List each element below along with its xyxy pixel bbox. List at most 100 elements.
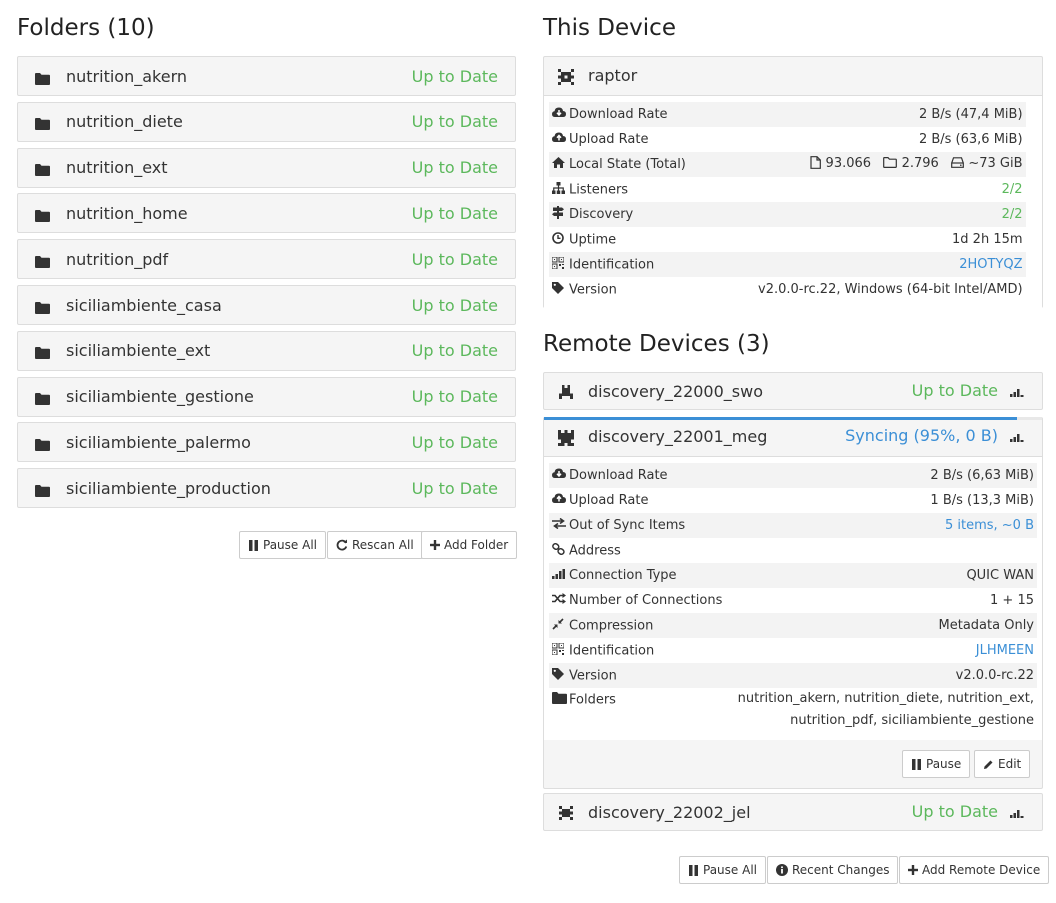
add-folder-button[interactable]: Add Folder [421, 531, 518, 559]
this-device-table: Download Rate 2 B/s (47,4 MiB) Upload Rate… [549, 102, 1026, 302]
add-remote-device-button[interactable]: Add Remote Device [899, 856, 1050, 884]
folder-row[interactable]: nutrition_ext Up to Date [17, 147, 516, 188]
remote-device-status: Up to Date [911, 381, 998, 400]
remote-device-name: discovery_22001_meg [588, 427, 768, 446]
info-label: Compression [569, 618, 654, 633]
info-value: QUIC WAN [966, 568, 1034, 583]
remote-device-status: Syncing (95%, 0 B) [845, 426, 998, 445]
local-size: ~73 GiB [968, 156, 1023, 171]
info-value: 2/2 [1001, 182, 1023, 197]
folder-row[interactable]: nutrition_home Up to Date [17, 193, 516, 234]
folder-status: Up to Date [411, 249, 498, 269]
this-device-title: This Device [543, 15, 676, 41]
info-label: Download Rate [569, 107, 668, 122]
edit-label: Edit [998, 757, 1022, 771]
signpost-icon [552, 206, 569, 223]
folder-row[interactable]: nutrition_akern Up to Date [17, 56, 516, 96]
remote-device-name: discovery_22000_swo [588, 382, 763, 401]
folder-name: nutrition_ext [66, 158, 168, 178]
pause-all-devices-button[interactable]: Pause All [679, 856, 766, 884]
cloud-upload-icon [552, 493, 569, 508]
folder-name: nutrition_pdf [66, 249, 169, 269]
rescan-all-button[interactable]: Rescan All [327, 531, 423, 559]
folder-row[interactable]: nutrition_diete Up to Date [17, 101, 516, 142]
recent-changes-label: Recent Changes [792, 863, 890, 877]
signal-icon [1010, 434, 1024, 442]
folder-icon [552, 692, 569, 708]
folder-row[interactable]: siciliambiente_production Up to Date [17, 468, 516, 509]
folder-name: siciliambiente_production [66, 478, 271, 498]
folder-row[interactable]: siciliambiente_gestione Up to Date [17, 376, 516, 417]
folder-name: siciliambiente_palermo [66, 432, 251, 452]
folder-status: Up to Date [411, 387, 498, 407]
folder-icon [35, 161, 51, 177]
info-row: Version v2.0.0-rc.22, Windows (64-bit Int… [549, 277, 1026, 302]
folder-row[interactable]: nutrition_pdf Up to Date [17, 239, 516, 280]
folder-icon [35, 299, 51, 314]
edit-device-button[interactable]: Edit [974, 750, 1031, 778]
info-label: Number of Connections [569, 593, 723, 608]
info-value: v2.0.0-rc.22, Windows (64-bit Intel/AMD) [758, 282, 1023, 297]
folder-row[interactable]: siciliambiente_ext Up to Date [17, 330, 516, 371]
folder-outline-icon [883, 157, 898, 172]
add-folder-label: Add Folder [444, 538, 509, 552]
info-row: Download Rate 2 B/s (6,63 MiB) [549, 463, 1037, 488]
folder-icon [35, 344, 51, 360]
folder-icon [35, 390, 51, 406]
info-label: Connection Type [569, 568, 677, 583]
info-value: 2/2 [1001, 207, 1023, 222]
folder-icon [35, 436, 51, 451]
info-row: Uptime 1d 2h 15m [549, 227, 1026, 252]
info-label: Listeners [569, 182, 629, 197]
this-device-info: Download Rate 2 B/s (47,4 MiB) Upload Rate… [544, 95, 1042, 308]
remote-device-jel[interactable]: discovery_22002_jel Up to Date [543, 793, 1043, 831]
info-value[interactable]: 5 items, ~0 B [945, 518, 1034, 533]
info-row: Folders nutrition_akern, nutrition_diete,… [549, 688, 1037, 734]
local-dirs-count: 2.796 [901, 156, 939, 171]
info-row: Compression Metadata Only [549, 613, 1037, 638]
info-row: Address [549, 538, 1037, 563]
info-label: Version [569, 668, 617, 683]
pause-all-folders-button[interactable]: Pause All [239, 531, 326, 559]
this-device-header[interactable]: raptor [544, 57, 1042, 95]
info-label: Upload Rate [569, 493, 649, 508]
info-row: Number of Connections 1 + 15 [549, 588, 1037, 613]
recent-changes-button[interactable]: Recent Changes [767, 856, 899, 884]
info-row: Discovery 2/2 [549, 202, 1026, 227]
device-identicon [559, 806, 573, 820]
folder-row[interactable]: siciliambiente_casa Up to Date [17, 285, 516, 325]
signal-icon [1010, 810, 1024, 818]
pause-icon [912, 758, 921, 770]
info-label: Download Rate [569, 468, 668, 483]
folder-name: siciliambiente_ext [66, 341, 211, 361]
folder-name: nutrition_diete [66, 112, 183, 132]
info-label: Version [569, 282, 617, 297]
info-value: 1d 2h 15m [952, 232, 1023, 247]
qrcode-icon [551, 641, 569, 659]
info-row: Local State (Total) 93.066 2.796 ~73 GiB [549, 152, 1026, 177]
folder-icon [35, 253, 51, 268]
info-value[interactable]: 2HOTYQZ [959, 257, 1022, 272]
plus-icon [908, 865, 918, 875]
folder-name: siciliambiente_casa [66, 295, 222, 315]
info-value: v2.0.0-rc.22 [955, 668, 1034, 683]
signal-icon [552, 568, 569, 583]
device-identicon [558, 69, 574, 85]
info-row: Download Rate 2 B/s (47,4 MiB) [549, 102, 1026, 127]
remote-device-swo[interactable]: discovery_22000_swo Up to Date [543, 372, 1043, 410]
folder-row[interactable]: siciliambiente_palermo Up to Date [17, 422, 516, 463]
clock-icon [552, 231, 569, 248]
this-device-panel: raptor Download Rate 2 B/s (47,4 MiB) Uplo… [543, 56, 1043, 308]
info-row: Identification 2HOTYQZ [549, 252, 1026, 277]
folder-name: nutrition_home [66, 203, 188, 223]
remote-device-meg-header[interactable]: discovery_22001_meg Syncing (95%, 0 B) [544, 418, 1042, 456]
qrcode-icon [551, 255, 569, 273]
pause-device-button[interactable]: Pause [902, 750, 971, 778]
info-value[interactable]: JLHMEEN [976, 643, 1034, 658]
info-label: Identification [569, 257, 655, 272]
pencil-icon [984, 760, 993, 769]
folder-icon [35, 115, 51, 131]
info-circle-icon [776, 864, 788, 876]
folder-name: nutrition_akern [66, 66, 188, 86]
info-label: Discovery [569, 207, 634, 222]
